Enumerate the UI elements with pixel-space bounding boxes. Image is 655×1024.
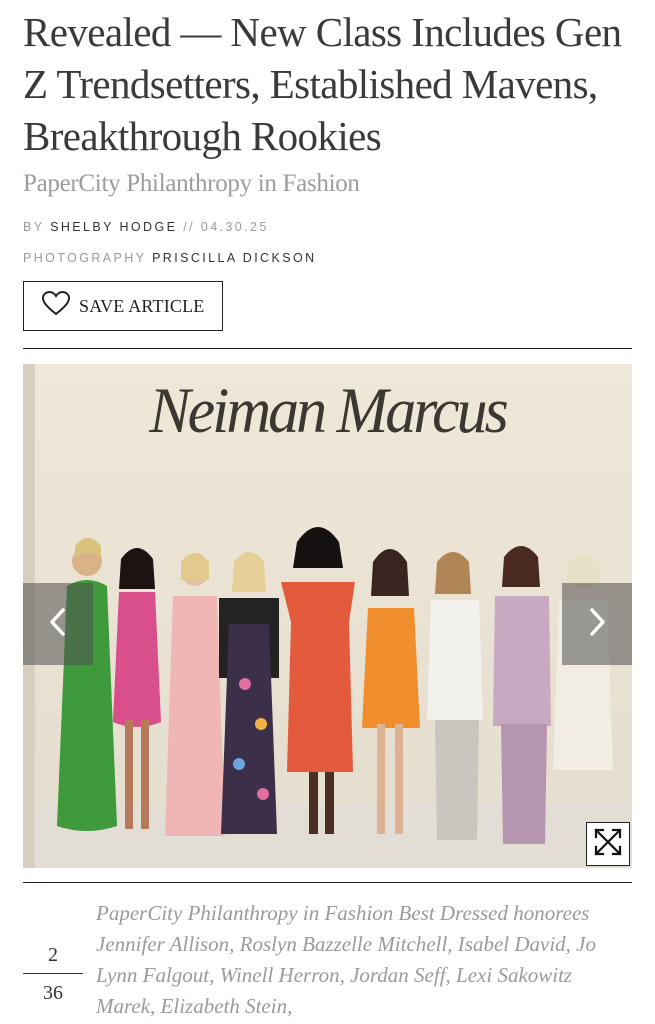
gallery-counter: 2 36 [23, 940, 83, 1008]
article-category[interactable]: PaperCity Philanthropy in Fashion [23, 170, 360, 198]
photo-credit-label: PHOTOGRAPHY [23, 251, 147, 265]
article-headline: Revealed — New Class Includes Gen Z Tren… [23, 9, 622, 159]
photographer-link[interactable]: PRISCILLA DICKSON [152, 251, 316, 265]
photo-caption: PaperCity Philanthropy in Fashion Best D… [96, 901, 597, 1018]
expand-gallery-button[interactable] [586, 822, 630, 866]
expand-icon [593, 827, 623, 862]
heart-icon [41, 290, 71, 321]
photo-gallery[interactable]: Neiman Marcus [23, 364, 632, 868]
gallery-prev-button[interactable] [23, 583, 93, 665]
divider-bottom [23, 882, 632, 883]
save-article-button[interactable]: SAVE ARTICLE [23, 281, 223, 331]
chevron-right-icon [587, 607, 607, 642]
byline-separator: // [183, 220, 195, 234]
counter-divider [23, 973, 83, 974]
chevron-left-icon [48, 607, 68, 642]
gallery-next-button[interactable] [562, 583, 632, 665]
gallery-total: 36 [43, 982, 63, 1004]
byline: BY SHELBY HODGE // 04.30.25 [23, 220, 269, 234]
photo-credit: PHOTOGRAPHY PRISCILLA DICKSON [23, 251, 317, 265]
publish-date: 04.30.25 [200, 220, 269, 234]
author-link[interactable]: SHELBY HODGE [50, 220, 177, 234]
byline-label: BY [23, 220, 45, 234]
save-article-label: SAVE ARTICLE [79, 295, 205, 316]
gallery-current-index: 2 [48, 944, 58, 966]
backdrop-sign: Neiman Marcus [149, 375, 509, 447]
divider-top [23, 348, 632, 349]
